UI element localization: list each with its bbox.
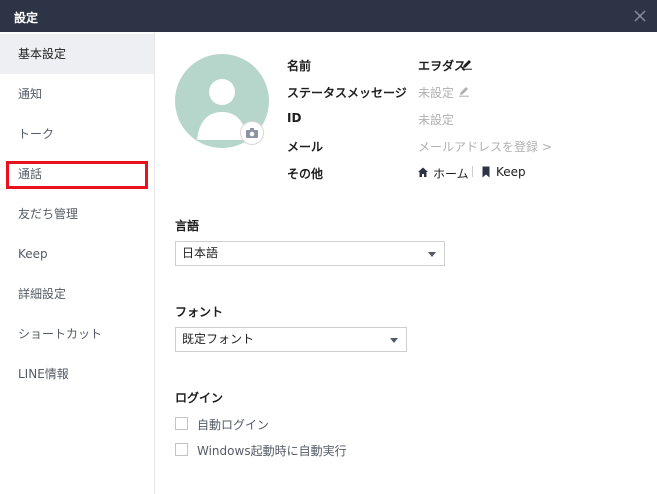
name-value: エヲダス [418,59,467,73]
auto-login-label: 自動ログイン [197,418,270,432]
register-email-link[interactable]: メールアドレスを登録 > [418,138,552,155]
id-label: ID [287,111,302,125]
name-label: 名前 [287,59,312,73]
email-label: メール [287,140,324,154]
font-selected-value: 既定フォント [182,332,255,346]
chevron-down-icon [390,338,398,343]
edit-status-pencil-icon[interactable] [458,85,470,97]
camera-icon[interactable] [240,121,264,145]
sidebar-item-keep[interactable]: Keep [0,234,154,274]
window-title: 設定 [14,11,39,25]
sidebar-item-notifications[interactable]: 通知 [0,74,154,114]
sidebar-item-shortcuts[interactable]: ショートカット [0,314,154,354]
sidebar-item-friends[interactable]: 友だち管理 [0,194,154,234]
checkbox-box[interactable] [175,443,188,456]
sidebar: 基本設定 通知 トーク 通話 友だち管理 Keep 詳細設定 ショートカット L… [0,32,155,494]
startup-launch-label: Windows起動時に自動実行 [197,444,347,458]
checkbox-box[interactable] [175,417,188,430]
sidebar-item-calls[interactable]: 通話 [0,154,154,194]
sidebar-item-basic-settings[interactable]: 基本設定 [0,34,154,74]
home-icon [418,167,428,177]
auto-login-checkbox[interactable]: 自動ログイン [175,416,295,432]
status-value: 未設定 [418,86,455,100]
language-select[interactable]: 日本語 [175,241,445,266]
status-label: ステータスメッセージ [287,86,407,100]
home-link[interactable]: ホーム [433,165,469,182]
sidebar-item-line-info[interactable]: LINE情報 [0,354,154,394]
chevron-down-icon [428,252,436,257]
keep-link[interactable]: Keep [496,165,526,179]
close-icon[interactable] [633,9,647,23]
bookmark-icon [482,166,490,178]
link-separator [472,166,473,177]
font-select[interactable]: 既定フォント [175,327,407,352]
font-title: フォント [175,305,224,319]
sidebar-item-chats[interactable]: トーク [0,114,154,154]
id-value: 未設定 [418,113,455,127]
startup-launch-checkbox[interactable]: Windows起動時に自動実行 [175,442,375,458]
language-title: 言語 [175,219,200,233]
main-panel: 名前 エヲダス ステータスメッセージ 未設定 ID 未設定 メール メールアドレ… [155,32,657,494]
language-selected-value: 日本語 [182,246,219,260]
other-label: その他 [287,167,324,181]
title-bar: 設定 [0,0,657,32]
login-title: ログイン [175,391,224,405]
edit-name-pencil-icon[interactable] [461,58,473,70]
sidebar-item-advanced[interactable]: 詳細設定 [0,274,154,314]
